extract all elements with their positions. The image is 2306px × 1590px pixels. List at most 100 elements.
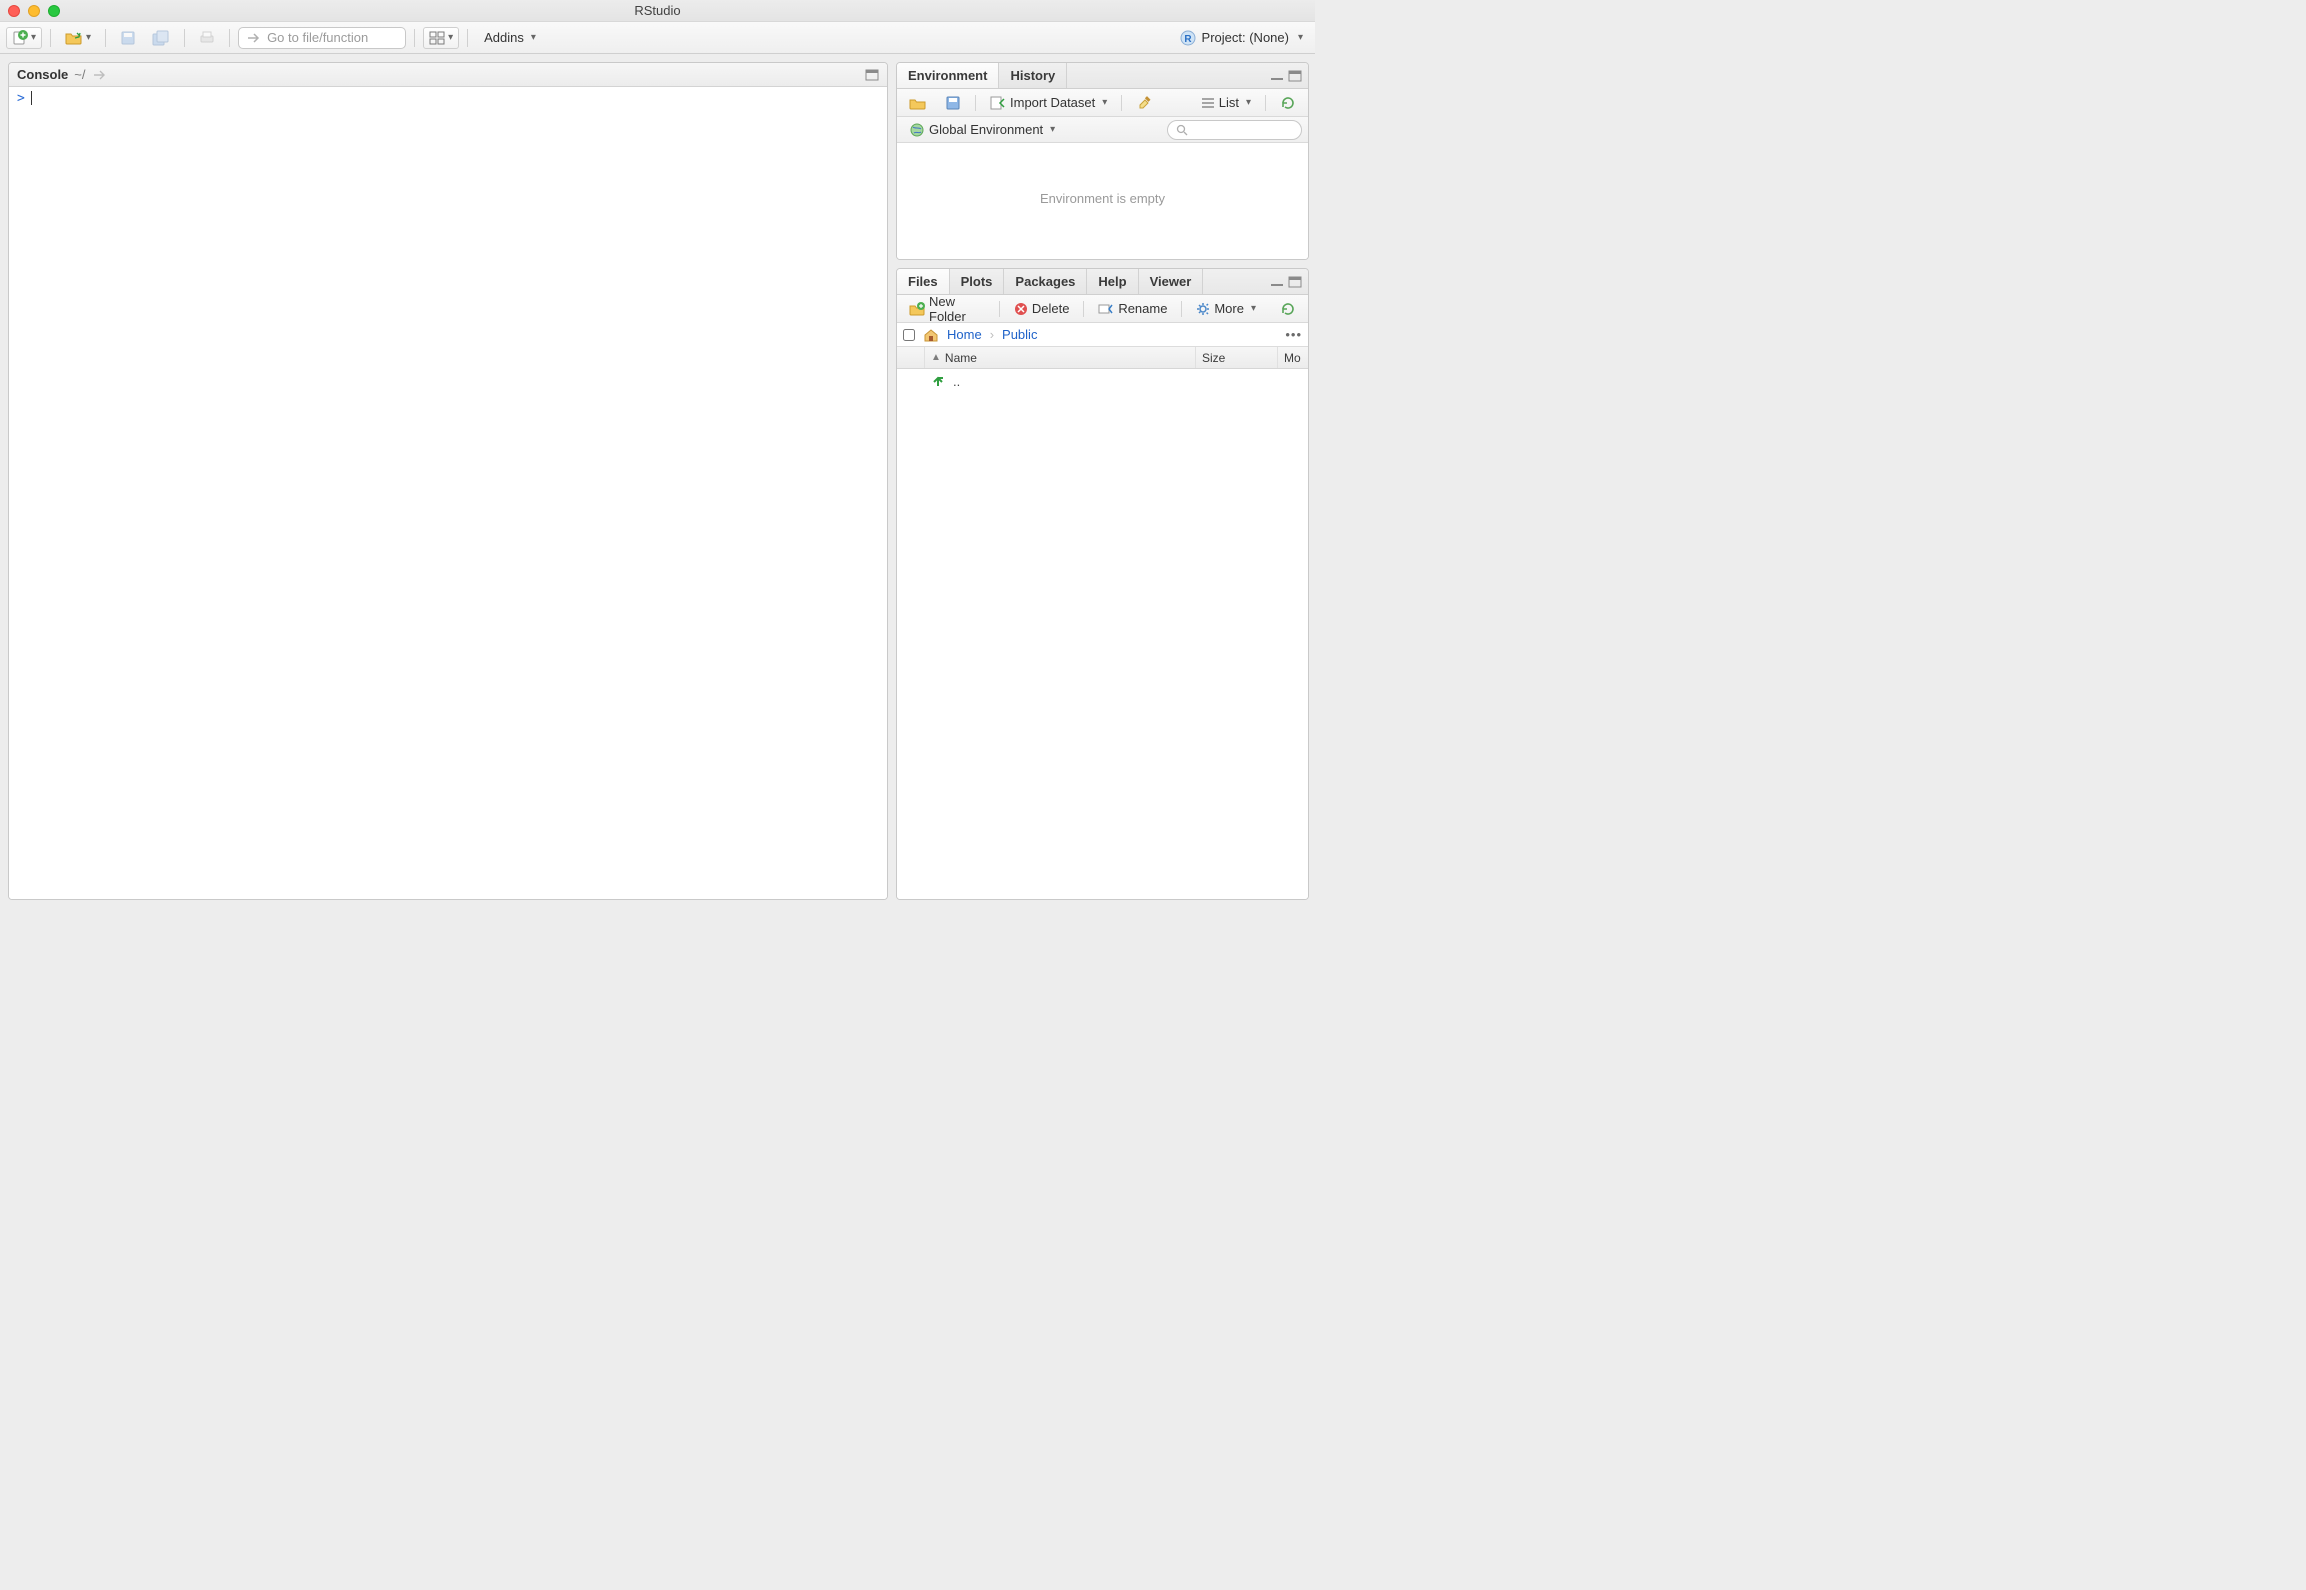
rename-button[interactable]: Rename <box>1092 298 1173 320</box>
clear-workspace-button[interactable] <box>1130 92 1158 114</box>
import-dataset-icon <box>990 96 1006 110</box>
rename-label: Rename <box>1118 301 1167 316</box>
chevron-down-icon: ▾ <box>1050 124 1055 135</box>
chevron-down-icon: ▾ <box>1251 303 1256 314</box>
save-all-icon <box>152 30 170 46</box>
minimize-pane-icon[interactable] <box>1270 277 1284 287</box>
globe-icon <box>909 122 925 138</box>
delete-button[interactable]: Delete <box>1008 298 1076 320</box>
rename-icon <box>1098 302 1114 316</box>
tab-viewer[interactable]: Viewer <box>1139 269 1204 294</box>
titlebar: RStudio <box>0 0 1315 22</box>
maximize-pane-icon[interactable] <box>865 69 879 81</box>
col-size-label: Size <box>1202 351 1225 365</box>
breadcrumb-more-icon[interactable]: ••• <box>1285 327 1302 342</box>
save-button[interactable] <box>114 27 142 49</box>
goto-arrow-icon <box>247 32 261 44</box>
env-search-input[interactable] <box>1167 120 1302 140</box>
chevron-down-icon: ▾ <box>1246 97 1251 108</box>
main-toolbar: ▾ ▾ Go to file/function ▾ <box>0 22 1315 54</box>
save-workspace-button[interactable] <box>939 92 967 114</box>
console-caret <box>31 91 32 105</box>
col-name-label: Name <box>945 351 977 365</box>
env-empty-message: Environment is empty <box>897 143 1308 254</box>
new-file-button[interactable]: ▾ <box>6 27 42 49</box>
files-body: .. <box>897 369 1308 899</box>
breadcrumb-home[interactable]: Home <box>947 327 982 342</box>
addins-label: Addins <box>484 30 524 45</box>
files-pane: Files Plots Packages Help Viewer New Fol… <box>896 268 1309 900</box>
tab-files[interactable]: Files <box>897 269 950 294</box>
env-list-view-button[interactable]: List ▾ <box>1195 92 1257 114</box>
project-r-icon: R <box>1180 30 1196 46</box>
console-go-icon[interactable] <box>92 69 108 81</box>
tab-history-label: History <box>1010 68 1055 83</box>
open-file-button[interactable]: ▾ <box>59 27 97 49</box>
chevron-down-icon: ▾ <box>448 32 453 43</box>
import-dataset-button[interactable]: Import Dataset ▾ <box>984 92 1113 114</box>
save-icon <box>120 30 136 46</box>
breadcrumb-folder[interactable]: Public <box>1002 327 1037 342</box>
env-body: Environment is empty <box>897 143 1308 259</box>
delete-icon <box>1014 302 1028 316</box>
tab-plots[interactable]: Plots <box>950 269 1005 294</box>
new-file-plus-icon <box>12 30 28 46</box>
print-button[interactable] <box>193 27 221 49</box>
panes-grid-icon <box>429 31 445 45</box>
goto-file-placeholder: Go to file/function <box>267 30 368 45</box>
chevron-down-icon: ▾ <box>1102 97 1107 108</box>
project-menu[interactable]: R Project: (None) ▾ <box>1174 30 1309 46</box>
env-tabs: Environment History <box>897 63 1308 89</box>
files-up-row[interactable]: .. <box>897 369 1308 393</box>
console-pane: Console ~/ > <box>8 62 888 900</box>
files-breadcrumb: Home › Public ••• <box>897 323 1308 347</box>
chevron-down-icon: ▾ <box>531 32 536 43</box>
tab-history[interactable]: History <box>999 63 1067 88</box>
home-icon[interactable] <box>923 328 939 342</box>
breadcrumb-separator-icon: › <box>990 327 994 342</box>
environment-pane: Environment History <box>896 62 1309 260</box>
console-body[interactable]: > <box>9 87 887 899</box>
console-header: Console ~/ <box>9 63 887 87</box>
tab-packages-label: Packages <box>1015 274 1075 289</box>
tab-help[interactable]: Help <box>1087 269 1138 294</box>
gear-icon <box>1196 302 1210 316</box>
console-prompt: > <box>17 91 25 106</box>
maximize-pane-icon[interactable] <box>1288 70 1302 82</box>
files-toolbar: New Folder Delete Rename <box>897 295 1308 323</box>
chevron-down-icon: ▾ <box>31 32 36 43</box>
tab-files-label: Files <box>908 274 938 289</box>
env-scope-selector[interactable]: Global Environment ▾ <box>903 119 1061 141</box>
goto-file-input[interactable]: Go to file/function <box>238 27 406 49</box>
env-scope-label: Global Environment <box>929 122 1043 137</box>
addins-menu[interactable]: Addins ▾ <box>476 30 544 45</box>
chevron-down-icon: ▾ <box>86 32 91 43</box>
more-button[interactable]: More ▾ <box>1190 298 1262 320</box>
maximize-pane-icon[interactable] <box>1288 276 1302 288</box>
more-label: More <box>1214 301 1244 316</box>
tab-packages[interactable]: Packages <box>1004 269 1087 294</box>
refresh-env-button[interactable] <box>1274 92 1302 114</box>
workspace: Console ~/ > Environment History <box>0 54 1315 908</box>
load-workspace-button[interactable] <box>903 92 933 114</box>
new-folder-icon <box>909 302 925 316</box>
sort-asc-icon: ▲ <box>931 352 941 363</box>
chevron-down-icon: ▾ <box>1298 32 1303 43</box>
env-scope-bar: Global Environment ▾ <box>897 117 1308 143</box>
col-header-size[interactable]: Size <box>1196 347 1278 368</box>
tab-help-label: Help <box>1098 274 1126 289</box>
new-folder-button[interactable]: New Folder <box>903 298 991 320</box>
files-select-all-checkbox[interactable] <box>903 329 915 341</box>
files-column-headers: ▲ Name Size Mo <box>897 347 1308 369</box>
workspace-panes-button[interactable]: ▾ <box>423 27 459 49</box>
project-label: Project: (None) <box>1202 30 1289 45</box>
tab-environment[interactable]: Environment <box>897 63 999 88</box>
refresh-files-button[interactable] <box>1274 298 1302 320</box>
minimize-pane-icon[interactable] <box>1270 71 1284 81</box>
col-header-modified[interactable]: Mo <box>1278 347 1308 368</box>
files-up-label: .. <box>953 374 960 389</box>
save-all-button[interactable] <box>146 27 176 49</box>
col-mod-label: Mo <box>1284 351 1301 365</box>
window-title: RStudio <box>0 3 1315 18</box>
col-header-name[interactable]: ▲ Name <box>925 347 1196 368</box>
